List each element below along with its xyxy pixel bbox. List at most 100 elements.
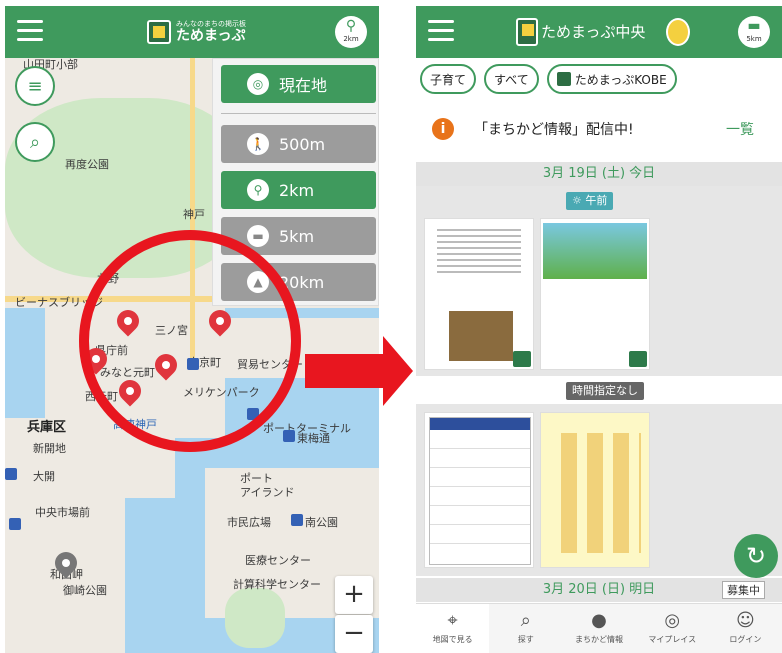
date-header: 3月 19日 (土) 今日 — [416, 162, 782, 186]
map-label: 南公園 — [305, 516, 338, 529]
walk-icon: 🚶 — [247, 133, 269, 155]
post-card[interactable] — [424, 218, 534, 370]
range-option-2km[interactable]: ⚲ 2km — [221, 171, 376, 209]
map-label: 医療センター — [245, 554, 311, 567]
posts-grid: ☼ 午前 — [416, 186, 782, 376]
app-header: ためまっぷ中央 ▬ 5km — [416, 6, 782, 58]
map-label: 神戸 — [183, 208, 205, 221]
map-label: ポート アイランド — [240, 472, 295, 499]
tab-map[interactable]: ⌖ 地図で見る — [416, 604, 490, 653]
target-icon: ◎ — [247, 73, 269, 95]
map-label: 兵庫区 — [27, 420, 67, 435]
tab-label: 探す — [517, 635, 534, 644]
list-link[interactable]: 一覧 — [726, 119, 754, 139]
category-chips: 子育て すべて ためまっぷKOBE — [416, 58, 782, 100]
range-option-label: 5km — [279, 226, 315, 246]
app-header: みんなのまちの掲示板 ためまっぷ ⚲ 2km — [5, 6, 379, 58]
calendar-thumbnail — [429, 417, 531, 565]
bottom-nav: ⌖ 地図で見る ⌕ 探す ● まちかど情報 ◎ マイプレイス ☺ ログイン — [416, 603, 782, 653]
car-mode-button[interactable]: ▬ 5km — [738, 16, 770, 48]
bicycle-icon: ⚲ — [345, 18, 357, 34]
search-icon[interactable]: ⌕ — [15, 122, 55, 162]
time-tag-label: 午前 — [585, 194, 608, 207]
document-thumbnail — [431, 225, 527, 305]
station-icon — [283, 430, 295, 442]
bicycle-mode-button[interactable]: ⚲ 2km — [335, 16, 367, 48]
menu-icon[interactable] — [17, 20, 43, 42]
posts-grid — [416, 404, 782, 576]
map-label: 御崎公園 — [63, 584, 107, 597]
recruiting-badge: 募集中 — [722, 581, 765, 599]
current-location-button[interactable]: ◎ 現在地 — [221, 65, 376, 103]
map-label: 中央市場前 — [35, 506, 90, 519]
refresh-button[interactable]: ↻ — [734, 534, 778, 578]
mode-label: 5km — [746, 35, 762, 43]
photo-thumbnail — [449, 311, 513, 361]
map-label: 計算科学センター — [233, 578, 321, 591]
chip-all[interactable]: すべて — [484, 64, 539, 94]
park-area-2 — [225, 588, 285, 648]
search-icon: ⌕ — [520, 610, 531, 631]
logo-icon — [147, 20, 171, 44]
range-option-label: 500m — [279, 134, 326, 154]
arrow-icon — [305, 336, 413, 406]
location-icon: ● — [591, 610, 607, 631]
menu-icon[interactable] — [428, 20, 454, 42]
post-card[interactable] — [540, 218, 650, 370]
flyer-thumbnail — [551, 433, 641, 553]
tab-myplace[interactable]: ◎ マイプレイス — [636, 604, 709, 653]
zoom-out-button[interactable]: − — [335, 615, 373, 653]
map-pin[interactable] — [55, 552, 77, 582]
logo-subtitle: みんなのまちの掲示板 — [176, 20, 246, 28]
mascot-icon — [666, 18, 690, 46]
car-icon: ▬ — [747, 18, 761, 34]
post-card[interactable] — [424, 412, 534, 568]
current-location-label: 現在地 — [279, 76, 328, 95]
tab-label: ログイン — [729, 635, 762, 644]
chip-tamemap-kobe[interactable]: ためまっぷKOBE — [546, 64, 677, 94]
notice-text: 「まちかど情報」配信中! — [474, 122, 634, 138]
chip-label: ためまっぷKOBE — [574, 72, 667, 87]
tab-login[interactable]: ☺ ログイン — [709, 604, 782, 653]
tab-label: 地図で見る — [432, 635, 473, 644]
map-pin-icon: ⌖ — [447, 610, 458, 631]
station-icon — [9, 518, 21, 530]
info-screen: ためまっぷ中央 ▬ 5km 子育て すべて ためまっぷKOBE i 「まちかど情… — [416, 6, 782, 653]
highlight-circle — [79, 230, 301, 452]
car-icon: ▬ — [247, 225, 269, 247]
zoom-in-button[interactable]: + — [335, 576, 373, 614]
time-tag: ☼ 午前 — [566, 192, 614, 210]
map-label: 大開 — [33, 470, 55, 483]
station-icon — [291, 514, 303, 526]
target-icon: ◎ — [664, 610, 681, 631]
range-option-label: 2km — [279, 180, 315, 200]
list-view-icon[interactable]: ≡ — [15, 66, 55, 106]
divider — [221, 113, 376, 114]
chip-parenting[interactable]: 子育て — [420, 64, 477, 94]
tab-label: マイプレイス — [648, 635, 697, 644]
image-icon — [629, 351, 647, 367]
map-label: 市民広場 — [227, 516, 271, 529]
tab-machikado[interactable]: ● まちかど情報 — [562, 604, 635, 653]
station-icon — [5, 468, 17, 480]
map-label: 再度公園 — [65, 158, 109, 171]
time-tag: 時間指定なし — [566, 382, 644, 400]
range-option-500m[interactable]: 🚶 500m — [221, 125, 376, 163]
sun-icon: ☼ — [572, 194, 586, 207]
notice-bar: i 「まちかど情報」配信中! 一覧 — [416, 108, 782, 150]
map-label: 新開地 — [33, 442, 66, 455]
app-logo: みんなのまちの掲示板 ためまっぷ — [147, 18, 246, 46]
page-title: ためまっぷ中央 — [541, 23, 646, 41]
bicycle-icon: ⚲ — [247, 179, 269, 201]
tab-search[interactable]: ⌕ 探す — [489, 604, 562, 653]
map-label: 東梅通 — [297, 432, 330, 445]
post-card[interactable] — [540, 412, 650, 568]
tab-label: まちかど情報 — [575, 635, 623, 644]
mode-label: 2km — [343, 35, 359, 43]
info-icon: i — [432, 118, 454, 140]
logo-icon — [556, 72, 571, 86]
image-icon — [513, 351, 531, 367]
user-icon: ☺ — [736, 610, 755, 631]
logo-icon — [516, 18, 538, 46]
logo-title: ためまっぷ — [176, 28, 246, 44]
